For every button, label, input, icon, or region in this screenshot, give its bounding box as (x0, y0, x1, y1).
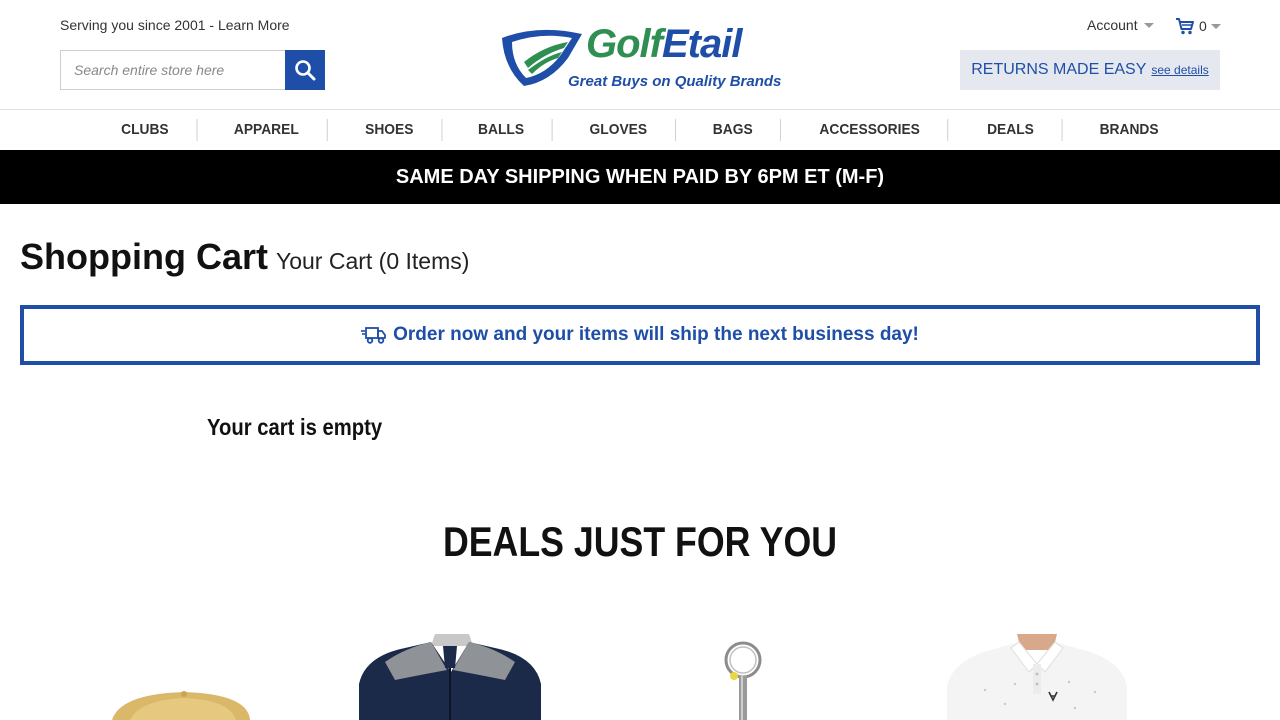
nav-item-accessories[interactable]: ACCESSORIES (792, 119, 949, 141)
shipping-banner: SAME DAY SHIPPING WHEN PAID BY 6PM ET (M… (0, 150, 1280, 204)
cart-item-count: Your Cart (0 Items) (275, 248, 470, 274)
search-input[interactable] (60, 50, 285, 90)
returns-label: RETURNS MADE EASY (971, 61, 1147, 78)
site-header: Serving you since 2001 - Learn More Golf… (0, 0, 1280, 110)
ball-retriever-image (724, 641, 762, 720)
site-logo[interactable]: GolfEtail Great Buys on Quality Brands (498, 22, 788, 96)
cart-menu[interactable]: 0 (1175, 17, 1221, 35)
polo-shirt-image (947, 634, 1127, 720)
returns-details-link[interactable]: see details (1151, 63, 1208, 77)
cart-count: 0 (1199, 18, 1207, 34)
deals-section-title: DEALS JUST FOR YOU (442, 518, 838, 565)
search-icon (295, 60, 316, 81)
product-card[interactable] (100, 634, 260, 720)
product-card[interactable] (945, 634, 1130, 720)
account-menu[interactable]: Account (1087, 17, 1154, 33)
returns-banner: RETURNS MADE EASY see details (960, 50, 1220, 90)
empty-cart-message: Your cart is empty (207, 414, 383, 440)
cart-header: Shopping Cart Your Cart (0 Items) (20, 236, 469, 278)
nav-item-deals[interactable]: DEALS (960, 119, 1063, 141)
cart-icon (1176, 18, 1194, 35)
cap-image (112, 691, 250, 720)
delivery-truck-icon (361, 327, 387, 344)
nav-item-gloves[interactable]: GLOVES (562, 119, 676, 141)
nav-item-bags[interactable]: BAGS (685, 119, 782, 141)
account-label: Account (1087, 17, 1138, 33)
jacket-image (359, 634, 541, 720)
logo-wordmark: GolfEtail (586, 22, 742, 66)
search-bar (60, 50, 325, 90)
product-card[interactable] (715, 634, 775, 720)
page-title: Shopping Cart (20, 236, 268, 277)
nav-item-balls[interactable]: BALLS (451, 119, 553, 141)
chevron-down-icon (1210, 23, 1221, 29)
logo-subtitle: Great Buys on Quality Brands (568, 73, 782, 90)
chevron-down-icon (1143, 22, 1154, 28)
tagline-link[interactable]: Serving you since 2001 - Learn More (60, 17, 290, 33)
product-card[interactable] (355, 634, 545, 720)
shipping-notice-text: Order now and your items will ship the n… (393, 324, 919, 345)
nav-item-brands[interactable]: BRANDS (1072, 119, 1186, 141)
nav-item-shoes[interactable]: SHOES (337, 119, 442, 141)
main-nav: CLUBS APPAREL SHOES BALLS GLOVES BAGS AC… (0, 110, 1280, 150)
shipping-notice: Order now and your items will ship the n… (20, 305, 1260, 365)
search-button[interactable] (285, 50, 325, 90)
nav-item-clubs[interactable]: CLUBS (93, 119, 197, 141)
nav-item-apparel[interactable]: APPAREL (207, 119, 328, 141)
